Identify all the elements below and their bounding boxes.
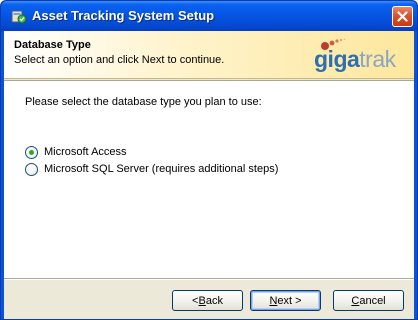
next-button[interactable]: Next > [250, 290, 321, 311]
page-subtitle: Select an option and click Next to conti… [14, 54, 225, 66]
wizard-body: Please select the database type you plan… [4, 82, 414, 278]
logo-text-trak: trak [359, 46, 396, 72]
gigatrak-logo: gigatrak [314, 37, 410, 73]
page-title: Database Type [14, 39, 91, 51]
dialog-client: Database Type Select an option and click… [4, 31, 414, 319]
window-title: Asset Tracking System Setup [32, 8, 215, 23]
back-button[interactable]: < Back [172, 290, 243, 311]
cancel-button[interactable]: Cancel [333, 290, 404, 311]
option-microsoft-access[interactable]: Microsoft Access [25, 145, 127, 159]
setup-window: Asset Tracking System Setup Database Typ… [0, 0, 418, 320]
radio-unselected-icon[interactable] [25, 162, 38, 176]
radio-selected-icon[interactable] [25, 145, 38, 159]
title-bar[interactable]: Asset Tracking System Setup [1, 1, 417, 31]
setup-icon [11, 10, 27, 24]
option-label: Microsoft SQL Server (requires additiona… [44, 163, 279, 175]
logo-text-giga: giga [314, 46, 360, 72]
option-label: Microsoft Access [44, 146, 127, 158]
option-microsoft-sql-server[interactable]: Microsoft SQL Server (requires additiona… [25, 162, 278, 176]
wizard-footer: < Back Next > Cancel [4, 280, 414, 319]
wizard-header: Database Type Select an option and click… [4, 31, 414, 79]
close-icon [397, 11, 408, 22]
close-button[interactable] [392, 6, 413, 27]
instruction-text: Please select the database type you plan… [25, 96, 262, 108]
